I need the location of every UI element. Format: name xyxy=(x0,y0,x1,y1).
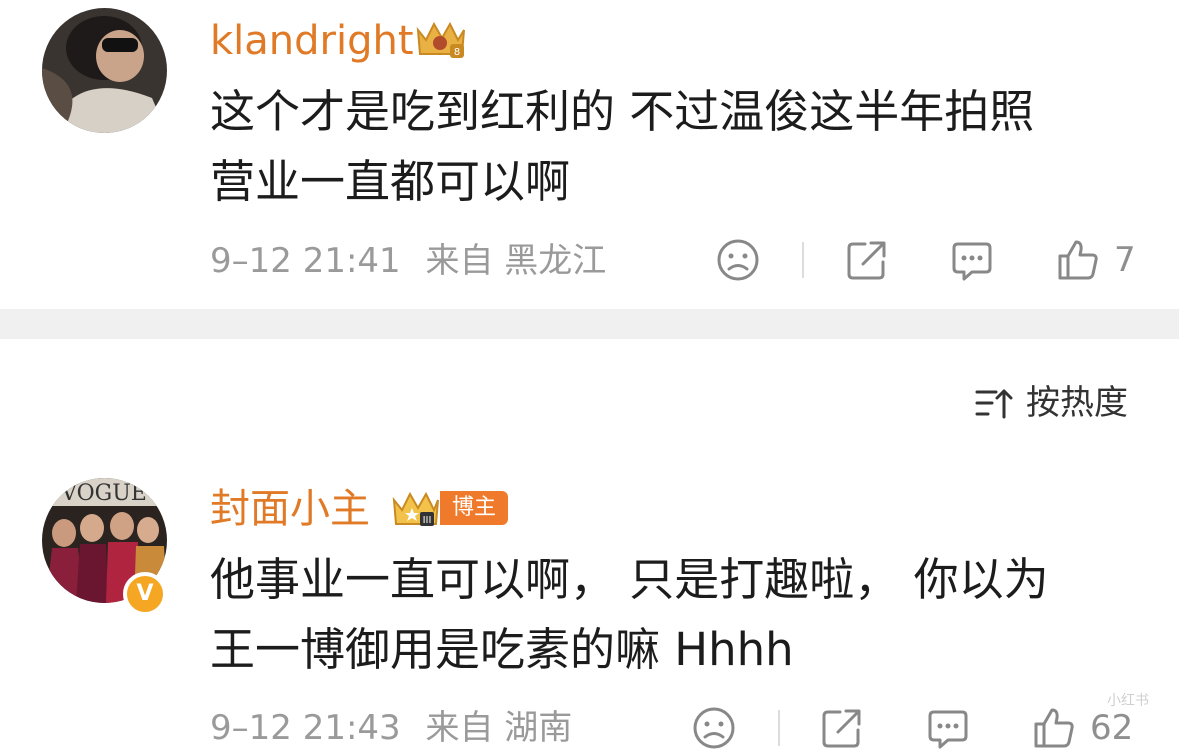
reply-button[interactable] xyxy=(950,238,994,282)
divider xyxy=(778,710,780,746)
divider xyxy=(802,242,804,278)
username[interactable]: klandright xyxy=(210,18,414,64)
dislike-button[interactable] xyxy=(716,238,760,282)
comment-text: 营业一直都可以啊 xyxy=(210,155,571,208)
sad-face-icon xyxy=(693,707,735,749)
svg-text:VOGUE: VOGUE xyxy=(60,481,147,506)
like-button[interactable]: 7 xyxy=(1056,238,1136,282)
like-count: 7 xyxy=(1114,240,1136,280)
share-icon xyxy=(847,241,886,280)
dislike-button[interactable] xyxy=(692,706,736,750)
blogger-tag: 博主 xyxy=(440,491,509,525)
comment-text: 王一博御用是吃素的嘛 Hhhh xyxy=(210,623,794,676)
comment-text: 他事业一直可以啊， 只是打趣啦， 你以为 xyxy=(210,553,1049,606)
sad-face-icon xyxy=(717,239,759,281)
watermark: 小红书 xyxy=(1107,693,1149,709)
thumbs-up-icon xyxy=(1034,708,1074,748)
comment-text: 这个才是吃到红利的 不过温俊这半年拍照 xyxy=(210,85,1035,138)
avatar[interactable] xyxy=(42,8,167,133)
svg-text:III: III xyxy=(423,515,432,526)
username[interactable]: 封面小主 xyxy=(210,486,370,532)
timestamp: 9–12 21:41 xyxy=(210,241,401,281)
reply-button[interactable] xyxy=(926,706,970,750)
sort-toggle[interactable]: 按热度 xyxy=(974,383,1128,423)
blogger-badge[interactable]: III 博主 xyxy=(390,488,509,528)
thumbs-up-icon xyxy=(1058,240,1098,280)
sort-icon xyxy=(975,389,1013,419)
svg-text:8: 8 xyxy=(454,47,460,58)
comment-meta: 9–12 21:41 来自 黑龙江 xyxy=(210,241,606,281)
share-icon xyxy=(822,709,861,748)
comment-icon xyxy=(928,710,968,749)
verified-badge: V xyxy=(123,572,167,616)
like-button[interactable]: 62 xyxy=(1032,706,1133,750)
comment-meta: 9–12 21:43 来自 湖南 xyxy=(210,708,572,748)
timestamp: 9–12 21:43 xyxy=(210,708,401,748)
like-count: 62 xyxy=(1090,708,1134,748)
comment-icon xyxy=(952,242,992,281)
share-button[interactable] xyxy=(820,706,864,750)
share-button[interactable] xyxy=(845,238,889,282)
vip-crown-badge[interactable]: 8 xyxy=(412,16,468,60)
section-divider xyxy=(0,309,1179,339)
crown-icon: III xyxy=(392,491,439,526)
location: 来自 湖南 xyxy=(425,708,573,748)
sort-label: 按热度 xyxy=(1026,383,1128,423)
crown-icon: 8 xyxy=(416,21,465,58)
location: 来自 黑龙江 xyxy=(425,241,607,281)
avatar-photo xyxy=(42,8,167,133)
